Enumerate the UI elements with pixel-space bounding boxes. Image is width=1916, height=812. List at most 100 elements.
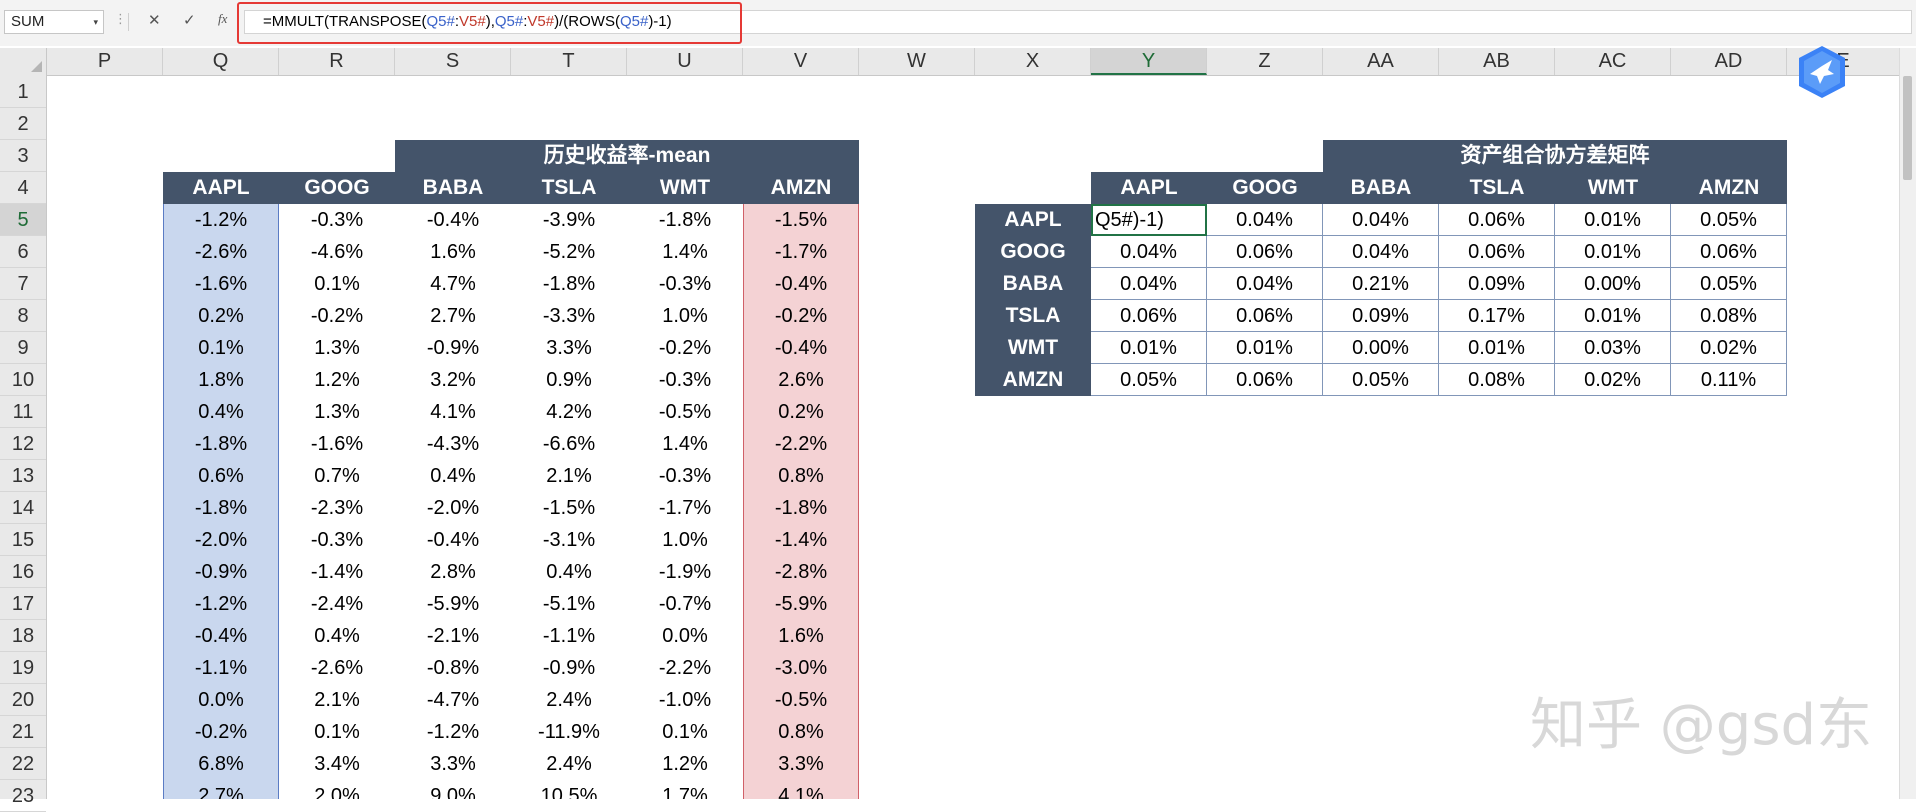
row-header-3[interactable]: 3 (0, 140, 46, 172)
returns-cell[interactable]: -0.4% (743, 332, 859, 364)
returns-cell[interactable]: -1.8% (511, 268, 627, 300)
row-header-13[interactable]: 13 (0, 460, 46, 492)
returns-cell[interactable]: -0.9% (511, 652, 627, 684)
returns-cell[interactable]: 1.4% (627, 236, 743, 268)
returns-cell[interactable]: -0.8% (395, 652, 511, 684)
returns-cell[interactable]: -0.9% (163, 556, 279, 588)
returns-cell[interactable]: -3.3% (511, 300, 627, 332)
returns-cell[interactable]: 0.0% (627, 620, 743, 652)
returns-cell[interactable]: -1.5% (743, 204, 859, 236)
returns-cell[interactable]: 2.0% (279, 780, 395, 799)
returns-cell[interactable]: 0.4% (511, 556, 627, 588)
covariance-cell[interactable]: 0.05% (1091, 364, 1207, 396)
returns-cell[interactable]: -1.8% (743, 492, 859, 524)
returns-cell[interactable]: -0.3% (627, 460, 743, 492)
covariance-cell[interactable]: 0.08% (1439, 364, 1555, 396)
returns-cell[interactable]: -1.8% (163, 492, 279, 524)
covariance-cell[interactable]: 0.08% (1671, 300, 1787, 332)
returns-cell[interactable]: 0.8% (743, 460, 859, 492)
returns-cell[interactable]: -2.0% (395, 492, 511, 524)
returns-cell[interactable]: -0.3% (627, 364, 743, 396)
returns-cell[interactable]: -2.3% (279, 492, 395, 524)
returns-cell[interactable]: 1.0% (627, 524, 743, 556)
returns-cell[interactable]: 0.1% (627, 716, 743, 748)
returns-cell[interactable]: 0.1% (279, 716, 395, 748)
row-header-6[interactable]: 6 (0, 236, 46, 268)
returns-cell[interactable]: -1.7% (743, 236, 859, 268)
returns-cell[interactable]: -5.1% (511, 588, 627, 620)
row-header-8[interactable]: 8 (0, 300, 46, 332)
returns-cell[interactable]: 2.4% (511, 748, 627, 780)
column-header-ac[interactable]: AC (1555, 48, 1671, 75)
row-header-19[interactable]: 19 (0, 652, 46, 684)
covariance-cell[interactable]: 0.01% (1207, 332, 1323, 364)
covariance-cell[interactable]: 0.04% (1091, 268, 1207, 300)
returns-cell[interactable]: 2.7% (395, 300, 511, 332)
returns-cell[interactable]: -6.6% (511, 428, 627, 460)
row-header-16[interactable]: 16 (0, 556, 46, 588)
returns-cell[interactable]: -2.8% (743, 556, 859, 588)
returns-cell[interactable]: -0.9% (395, 332, 511, 364)
column-header-x[interactable]: X (975, 48, 1091, 75)
covariance-cell[interactable]: 0.04% (1323, 236, 1439, 268)
name-box-dropdown-icon[interactable]: ▾ (93, 11, 98, 33)
returns-cell[interactable]: 2.1% (511, 460, 627, 492)
covariance-cell[interactable]: 0.04% (1323, 204, 1439, 236)
covariance-cell[interactable]: 0.05% (1671, 268, 1787, 300)
returns-cell[interactable]: -4.3% (395, 428, 511, 460)
returns-cell[interactable]: -0.4% (163, 620, 279, 652)
returns-cell[interactable]: 1.6% (743, 620, 859, 652)
returns-cell[interactable]: -2.0% (163, 524, 279, 556)
returns-cell[interactable]: -1.6% (163, 268, 279, 300)
returns-cell[interactable]: 2.6% (743, 364, 859, 396)
returns-cell[interactable]: 0.7% (279, 460, 395, 492)
returns-cell[interactable]: 0.2% (743, 396, 859, 428)
returns-cell[interactable]: -1.2% (395, 716, 511, 748)
returns-cell[interactable]: -2.4% (279, 588, 395, 620)
returns-cell[interactable]: 0.4% (163, 396, 279, 428)
returns-cell[interactable]: -1.2% (163, 588, 279, 620)
row-header-10[interactable]: 10 (0, 364, 46, 396)
covariance-cell[interactable]: 0.02% (1671, 332, 1787, 364)
returns-cell[interactable]: 0.1% (279, 268, 395, 300)
covariance-cell[interactable]: 0.02% (1555, 364, 1671, 396)
returns-cell[interactable]: 0.4% (395, 460, 511, 492)
row-header-4[interactable]: 4 (0, 172, 46, 204)
column-header-ab[interactable]: AB (1439, 48, 1555, 75)
cancel-icon[interactable]: ✕ (148, 11, 161, 29)
returns-cell[interactable]: 2.1% (279, 684, 395, 716)
returns-cell[interactable]: 6.8% (163, 748, 279, 780)
column-header-ad[interactable]: AD (1671, 48, 1787, 75)
covariance-cell[interactable]: 0.17% (1439, 300, 1555, 332)
covariance-cell[interactable]: 0.09% (1439, 268, 1555, 300)
covariance-cell[interactable]: 0.05% (1323, 364, 1439, 396)
covariance-cell[interactable]: 0.06% (1207, 364, 1323, 396)
column-header-t[interactable]: T (511, 48, 627, 75)
returns-cell[interactable]: 10.5% (511, 780, 627, 799)
row-header-11[interactable]: 11 (0, 396, 46, 428)
returns-cell[interactable]: -3.0% (743, 652, 859, 684)
covariance-cell[interactable]: 0.01% (1439, 332, 1555, 364)
returns-cell[interactable]: -0.2% (627, 332, 743, 364)
returns-cell[interactable]: 1.8% (163, 364, 279, 396)
returns-cell[interactable]: 1.4% (627, 428, 743, 460)
returns-cell[interactable]: -0.3% (627, 268, 743, 300)
returns-cell[interactable]: 0.0% (163, 684, 279, 716)
column-header-p[interactable]: P (47, 48, 163, 75)
covariance-cell[interactable]: 0.04% (1207, 204, 1323, 236)
returns-cell[interactable]: -2.1% (395, 620, 511, 652)
column-header-v[interactable]: V (743, 48, 859, 75)
column-header-s[interactable]: S (395, 48, 511, 75)
returns-cell[interactable]: 0.4% (279, 620, 395, 652)
returns-cell[interactable]: -2.2% (743, 428, 859, 460)
returns-cell[interactable]: 1.6% (395, 236, 511, 268)
returns-cell[interactable]: -5.9% (743, 588, 859, 620)
column-header-y[interactable]: Y (1091, 48, 1207, 75)
covariance-cell[interactable]: 0.21% (1323, 268, 1439, 300)
returns-cell[interactable]: -2.2% (627, 652, 743, 684)
returns-cell[interactable]: -1.2% (163, 204, 279, 236)
column-header-w[interactable]: W (859, 48, 975, 75)
covariance-cell[interactable]: 0.06% (1671, 236, 1787, 268)
returns-cell[interactable]: 1.7% (627, 780, 743, 799)
covariance-cell[interactable]: 0.00% (1323, 332, 1439, 364)
